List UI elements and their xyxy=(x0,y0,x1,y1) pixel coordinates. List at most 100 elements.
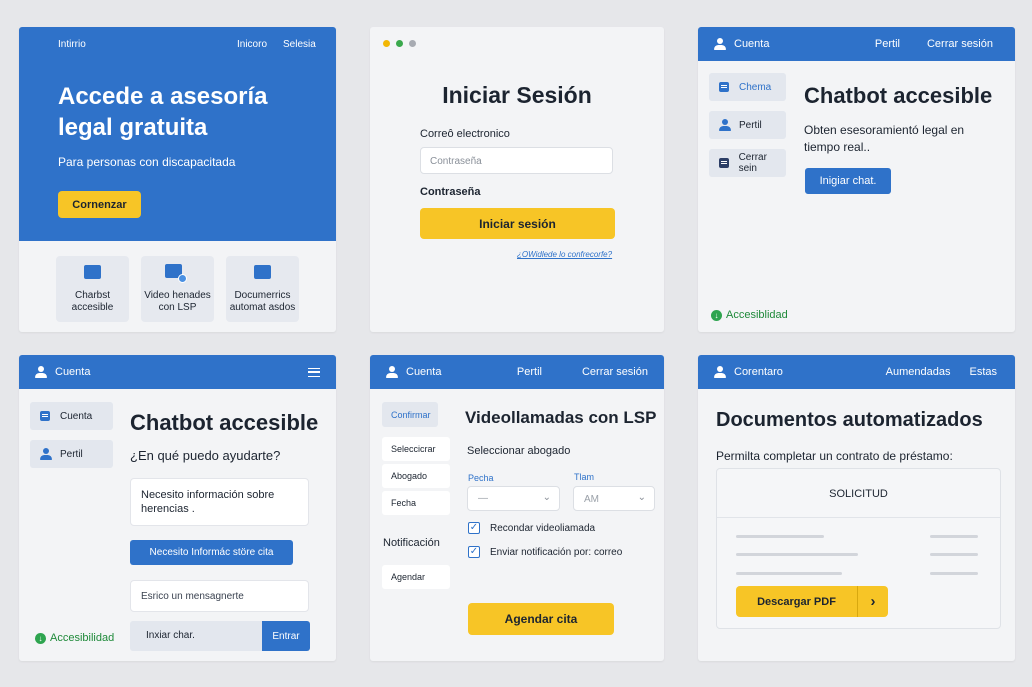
feature-card-video[interactable]: Video henades con LSP xyxy=(141,256,214,322)
description-line-2: tiempo real.. xyxy=(804,140,871,154)
sidebar-item-chat[interactable]: Chema xyxy=(709,73,786,101)
hero-subtitle: Para personas con discapacitada xyxy=(58,155,236,169)
user-icon xyxy=(35,366,47,378)
hero-title: Accede a asesoría legal gratuita xyxy=(58,81,267,143)
chevron-down-icon: ⌄ xyxy=(637,492,646,503)
document-icon xyxy=(719,82,729,92)
chat-icon xyxy=(84,265,101,279)
user-icon xyxy=(714,366,726,378)
sidebar-item-abogado[interactable]: Abogado xyxy=(382,464,450,488)
forgot-password-link[interactable]: ¿OWidlede lo confrecorfe? xyxy=(517,250,612,259)
message-input-placeholder: Esrico un mensagnerte xyxy=(141,591,244,602)
accessibility-link[interactable]: ↓ Accesiblidad xyxy=(711,309,788,321)
sidebar-item-label: Pertil xyxy=(739,119,762,131)
sidebar-item-label: Abogado xyxy=(391,471,428,481)
feature-card-label-1: Video henades xyxy=(144,290,211,301)
window-dot-yellow-icon xyxy=(383,40,390,47)
document-line xyxy=(930,572,978,575)
document-line xyxy=(930,535,978,538)
time-value: AM xyxy=(584,494,599,505)
nav-link-logout[interactable]: Cerrar sesión xyxy=(582,366,648,378)
checkbox-checked-icon: ✓ xyxy=(468,522,480,534)
date-label: Pecha xyxy=(468,473,494,483)
sidebar-item-fecha[interactable]: Fecha xyxy=(382,491,450,515)
notify-checkbox[interactable]: ✓ Enviar notificación por: correo xyxy=(468,546,622,558)
sidebar-item-label: Cerrar sein xyxy=(738,152,767,174)
feature-card-label: Video henades con LSP xyxy=(141,290,214,314)
email-field[interactable]: Contraseña xyxy=(420,147,613,174)
schedule-button[interactable]: Agendar cita xyxy=(468,603,614,635)
document-line xyxy=(736,572,842,575)
date-select[interactable]: — ⌄ xyxy=(467,486,560,511)
sidebar-item-label: Agendar xyxy=(391,572,426,582)
document-icon xyxy=(254,265,271,279)
account-link[interactable]: Cuenta xyxy=(734,38,769,50)
sidebar-item-perfil[interactable]: Pertil xyxy=(709,111,786,139)
accessibility-label: Accesiblidad xyxy=(726,309,788,321)
hero-title-line-1: Accede a asesoría xyxy=(58,83,268,110)
document-line xyxy=(930,553,978,556)
login-button[interactable]: Iniciar sesión xyxy=(420,208,615,239)
feature-card-chatbot[interactable]: Charbst accesible xyxy=(56,256,129,322)
download-pdf-button[interactable]: Descargar PDF › xyxy=(736,586,888,617)
documents-panel: Corentaro Aumendadas Estas Documentos au… xyxy=(698,355,1015,661)
time-select[interactable]: AM ⌄ xyxy=(573,486,655,511)
feature-card-label: Charbst accesible xyxy=(56,290,129,314)
user-message-line-1: Necesito información sobre xyxy=(141,489,275,501)
start-button[interactable]: Cornenzar xyxy=(58,191,141,218)
feature-card-label-2: automat asdos xyxy=(229,302,296,313)
email-placeholder: Contraseña xyxy=(430,156,482,167)
logout-icon xyxy=(719,158,729,168)
feature-card-label: Documerrics automat asdos xyxy=(226,290,299,314)
page-title: Videollamadas con LSP xyxy=(465,408,657,427)
start-chat-button[interactable]: Inigiar chat. xyxy=(805,168,891,194)
top-bar: Cuenta xyxy=(19,355,336,389)
sidebar-item-seleccionar[interactable]: Seleccicrar xyxy=(382,437,450,461)
nav-link-aumendadas[interactable]: Aumendadas xyxy=(886,366,951,378)
chat-compose[interactable]: Inxiar char. xyxy=(130,621,262,651)
landing-panel: Intirrio Inicoro Selesia Accede a asesor… xyxy=(19,27,336,332)
user-icon xyxy=(40,448,52,460)
sidebar-item-label: Seleccicrar xyxy=(391,444,436,454)
message-input[interactable]: Esrico un mensagnerte xyxy=(130,580,309,612)
document-line xyxy=(736,553,858,556)
account-link[interactable]: Cuenta xyxy=(55,366,90,378)
sidebar-item-agendar[interactable]: Agendar xyxy=(382,565,450,589)
nav-link-estas[interactable]: Estas xyxy=(969,366,997,378)
nav-link-perfil[interactable]: Pertil xyxy=(517,366,542,378)
window-dot-green-icon xyxy=(396,40,403,47)
chat-question: ¿En qué puedo ayudarte? xyxy=(130,448,281,463)
nav-link-logout[interactable]: Cerrar sesión xyxy=(927,38,993,50)
sidebar-item-label: Chema xyxy=(739,81,772,93)
sidebar-item-confirmar[interactable]: Confirmar xyxy=(382,402,438,427)
login-panel: Iniciar Sesión Correô electronico Contra… xyxy=(370,27,664,332)
sidebar-item-label: Confirmar xyxy=(391,409,431,420)
video-badge-icon xyxy=(178,274,187,283)
top-bar: Cuenta Pertil Cerrar sesión xyxy=(370,355,664,389)
nav-link-sesion[interactable]: Selesia xyxy=(283,39,316,50)
sidebar-item-label: Fecha xyxy=(391,498,417,508)
menu-icon[interactable] xyxy=(308,367,320,377)
chat-conversation-panel: Cuenta Cuenta Pertil Chatbot accesible ¿… xyxy=(19,355,336,661)
feature-card-documents[interactable]: Documerrics automat asdos xyxy=(226,256,299,322)
sidebar-item-logout[interactable]: Cerrar sein xyxy=(709,149,786,177)
user-icon xyxy=(714,38,726,50)
page-title: Documentos automatizados xyxy=(716,409,983,431)
brand-logo[interactable]: Intirrio xyxy=(58,39,86,50)
nav-link-inicio[interactable]: Inicoro xyxy=(237,39,267,50)
time-label: Tlam xyxy=(574,472,594,482)
bot-reply[interactable]: Necesito Informác störe cita xyxy=(130,540,293,565)
sidebar-item-perfil[interactable]: Pertil xyxy=(30,440,113,468)
chevron-right-icon: › xyxy=(857,586,888,617)
reminder-checkbox[interactable]: ✓ Recondar videoliamada xyxy=(468,522,595,534)
page-title: Chatbot accesible xyxy=(130,410,319,435)
account-link[interactable]: Corentaro xyxy=(734,366,783,378)
compose-text: Inxiar char. xyxy=(146,630,195,641)
accessibility-icon: ↓ xyxy=(711,309,722,321)
send-button[interactable]: Entrar xyxy=(262,621,310,651)
sidebar-item-cuenta[interactable]: Cuenta xyxy=(30,402,113,430)
account-link[interactable]: Cuenta xyxy=(406,366,441,378)
document-title: SOLICITUD xyxy=(829,488,888,500)
nav-link-perfil[interactable]: Pertil xyxy=(875,38,900,50)
accessibility-link[interactable]: ↓ Accesibilidad xyxy=(35,632,114,644)
